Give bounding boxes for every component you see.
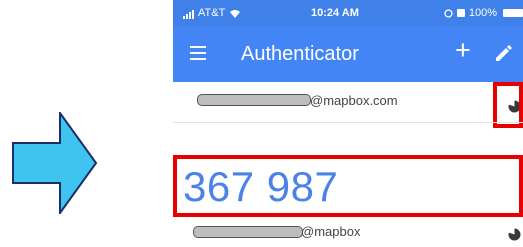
edit-icon[interactable] (493, 44, 513, 64)
phone-screen: AT&T 10:24 AM 100% Authenticator + @mapb (173, 0, 523, 247)
account-email: @mapbox.com (310, 93, 398, 108)
alarm-icon (444, 8, 453, 18)
redacted-username (197, 94, 311, 106)
status-left: AT&T (183, 7, 241, 19)
auth-code[interactable]: 367 987 (183, 163, 338, 211)
add-account-button[interactable]: + (455, 37, 471, 64)
lock-rotation-icon (456, 9, 465, 17)
status-time: 10:24 AM (311, 7, 359, 19)
battery-icon (503, 9, 523, 17)
right-arrow-icon (12, 112, 97, 214)
status-right: 100% (444, 7, 523, 19)
app-title: Authenticator (241, 43, 359, 65)
app-bar: Authenticator + (173, 26, 523, 82)
timer-pie-icon (508, 228, 521, 241)
account-email: @mapbox (301, 224, 361, 239)
redacted-username (193, 226, 303, 238)
status-bar: AT&T 10:24 AM 100% (173, 0, 523, 26)
signal-icon (183, 9, 194, 19)
carrier-label: AT&T (198, 7, 226, 19)
menu-icon[interactable] (190, 46, 206, 60)
wifi-icon (230, 10, 241, 18)
row-divider (173, 122, 523, 123)
battery-percent: 100% (468, 7, 497, 19)
